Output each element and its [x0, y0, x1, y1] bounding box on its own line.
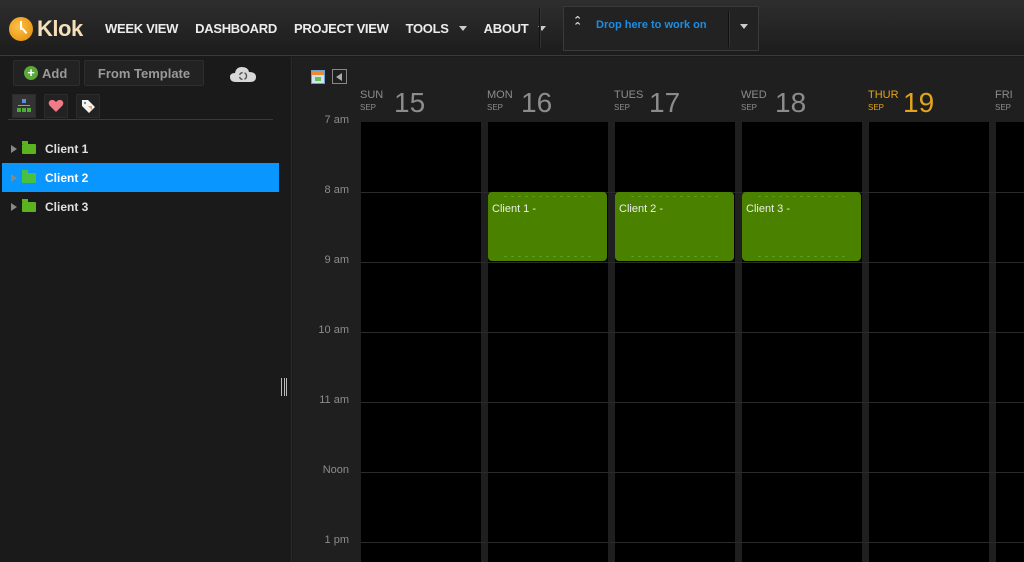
day-date: 18 [775, 87, 807, 118]
time-label: 9 am [324, 254, 349, 266]
divider [8, 119, 273, 120]
double-chevron-up-icon[interactable]: ⌃ ⌃ [573, 16, 582, 33]
cloud-sync-icon[interactable] [229, 65, 257, 83]
tab-projects[interactable] [12, 94, 36, 118]
divider [728, 11, 729, 47]
day-name: WED [741, 89, 767, 101]
add-label: Add [42, 65, 68, 81]
folder-icon [22, 169, 36, 183]
time-label: 10 am [318, 324, 349, 336]
hour-gridline [361, 542, 1024, 543]
day-name: FRI [995, 89, 1013, 101]
expand-arrow-icon[interactable] [11, 202, 17, 211]
week-calendar: SUN SEP 15 MON SEP 16 TUES SEP 17 WED SEP 18 THUR SEP… [293, 57, 1024, 562]
hour-gridline [361, 332, 1024, 333]
tag-icon [82, 100, 95, 113]
day-column[interactable] [742, 122, 862, 562]
nav-project-view[interactable]: PROJECT VIEW [294, 21, 389, 36]
clock-icon [9, 17, 33, 41]
time-label: 1 pm [324, 534, 349, 546]
template-label: From Template [97, 65, 191, 81]
sidebar-resize-handle[interactable] [281, 378, 287, 396]
day-header[interactable]: FRI SEP [995, 87, 1024, 117]
folder-icon [22, 198, 36, 212]
day-column[interactable] [996, 122, 1024, 562]
day-month: SEP [995, 103, 1012, 112]
folder-icon [22, 140, 36, 154]
nav-label: TOOLS [405, 21, 449, 36]
time-label: 11 am [319, 394, 349, 406]
project-label: Client 3 [45, 199, 89, 214]
day-date: 19 [903, 87, 935, 118]
klok-app: Klok WEEK VIEW DASHBOARD PROJECT VIEW TO… [0, 0, 1024, 562]
main-nav: WEEK VIEW DASHBOARD PROJECT VIEW TOOLS A… [105, 21, 563, 36]
project-item[interactable]: Client 3 [2, 192, 279, 221]
time-label: 8 am [324, 184, 349, 196]
tab-favorites[interactable] [44, 94, 68, 118]
time-entry-event[interactable]: Client 3 - [742, 192, 861, 261]
day-name: TUES [614, 89, 644, 101]
time-label: 7 am [324, 114, 349, 126]
dropzone-label: Drop here to work on [596, 19, 707, 31]
top-bar: Klok WEEK VIEW DASHBOARD PROJECT VIEW TO… [0, 0, 1024, 56]
nav-label: DASHBOARD [195, 21, 277, 36]
day-date: 15 [394, 87, 426, 118]
day-month: SEP [868, 103, 885, 112]
nav-label: ABOUT [483, 21, 529, 36]
day-header[interactable]: SUN SEP 15 [360, 87, 480, 118]
sidebar-tabs [12, 94, 108, 118]
day-column[interactable] [869, 122, 989, 562]
project-sidebar: + Add From Template Client 1 Client 2 Cl… [0, 57, 292, 562]
collapse-left-button[interactable] [332, 69, 347, 84]
expand-arrow-icon[interactable] [11, 144, 17, 153]
day-month: SEP [614, 103, 631, 112]
day-header[interactable]: WED SEP 18 [741, 87, 861, 118]
project-tree: Client 1 Client 2 Client 3 [2, 134, 279, 221]
dropzone-menu-caret-icon[interactable] [740, 24, 748, 29]
nav-tools[interactable]: TOOLS [406, 21, 467, 36]
day-column[interactable] [615, 122, 735, 562]
day-header[interactable]: MON SEP 16 [487, 87, 607, 118]
day-column[interactable] [488, 122, 608, 562]
day-date: 16 [521, 87, 553, 118]
nav-label: PROJECT VIEW [293, 21, 389, 36]
project-label: Client 2 [45, 170, 89, 185]
day-column[interactable] [361, 122, 481, 562]
nav-about[interactable]: ABOUT [484, 21, 547, 36]
app-name: Klok [37, 16, 83, 41]
nav-week-view[interactable]: WEEK VIEW [105, 21, 178, 36]
hour-gridline [361, 472, 1024, 473]
from-template-button[interactable]: From Template [84, 60, 204, 86]
time-entry-event[interactable]: Client 2 - [615, 192, 734, 261]
tab-tags[interactable] [76, 94, 100, 118]
heart-icon [48, 99, 64, 112]
caret-down-icon [458, 26, 467, 31]
hierarchy-icon [17, 99, 31, 112]
day-name: MON [487, 89, 513, 101]
day-header[interactable]: THUR SEP 19 [868, 87, 988, 118]
time-entry-event[interactable]: Client 1 - [488, 192, 607, 261]
nav-dashboard[interactable]: DASHBOARD [195, 21, 277, 36]
project-label: Client 1 [45, 141, 89, 156]
plus-circle-icon: + [24, 66, 38, 80]
add-button[interactable]: + Add [13, 60, 80, 86]
hour-gridline [361, 262, 1024, 263]
day-date: 17 [649, 87, 681, 118]
time-label: Noon [322, 464, 349, 476]
project-item[interactable]: Client 1 [2, 134, 279, 163]
day-header[interactable]: TUES SEP 17 [614, 87, 734, 118]
day-name: THUR [868, 89, 899, 101]
day-name: SUN [360, 89, 384, 101]
hour-gridline [361, 402, 1024, 403]
day-month: SEP [360, 103, 377, 112]
calendar-icon[interactable] [311, 70, 325, 84]
day-month: SEP [487, 103, 504, 112]
nav-label: WEEK VIEW [105, 21, 179, 36]
day-month: SEP [741, 103, 758, 112]
divider [539, 8, 540, 48]
expand-arrow-icon[interactable] [11, 173, 17, 182]
project-item[interactable]: Client 2 [2, 163, 279, 192]
logo: Klok [9, 16, 83, 42]
work-on-dropzone[interactable]: ⌃ ⌃ Drop here to work on [563, 6, 759, 51]
